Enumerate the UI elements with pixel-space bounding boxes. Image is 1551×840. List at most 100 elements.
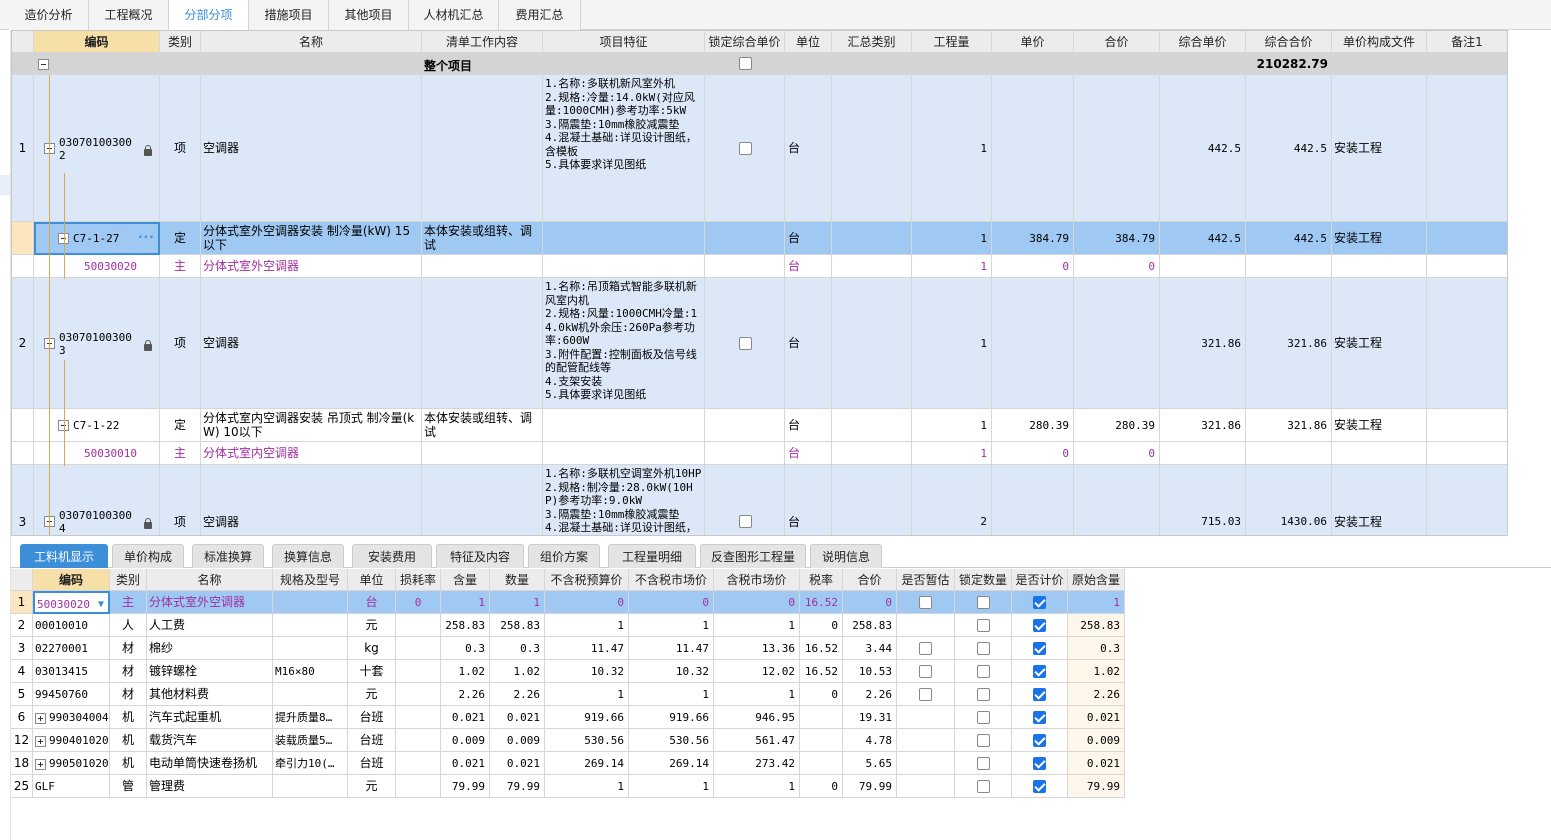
checkbox-est[interactable] [919,596,932,609]
row-spec: 装载质量5… [273,729,348,752]
checkbox-lock[interactable] [976,688,990,701]
bottom-tab-9[interactable]: 说明信息 [810,544,882,568]
bottom-tab-8[interactable]: 反查图形工程量 [700,544,806,568]
lock-price-checkbox[interactable] [739,336,752,350]
column-header: 工程量 [912,31,992,53]
checkbox-lock[interactable] [976,619,990,632]
row-loss [396,637,441,660]
bottom-tab-2[interactable]: 标准换算 [192,544,264,568]
checkbox-lock[interactable] [976,757,990,770]
row-summary-cat [832,465,912,535]
tab-2[interactable]: 分部分项 [169,0,249,31]
checkbox-est[interactable] [919,688,932,701]
row-code: 00010010 [33,614,110,637]
row-code: 03013415 [33,660,110,683]
tab-6[interactable]: 费用汇总 [499,0,581,30]
row-content: 0.021 [441,752,490,775]
bottom-tab-0[interactable]: 工料机显示 [20,544,108,568]
row-p3: 561.47 [714,729,800,752]
row-p1: 1 [545,683,629,706]
row-loss [396,706,441,729]
row-price [992,75,1074,222]
checkbox-calc[interactable] [1033,734,1046,747]
row-name: 分体式室外空调器 [147,591,273,614]
row-lock-cell [955,775,1012,798]
row-qty: 1 [912,255,992,278]
row-index [12,409,34,442]
column-header: 含税市场价 [714,569,800,591]
bottom-tab-5[interactable]: 特征及内容 [436,544,524,568]
checkbox-calc[interactable] [1033,688,1046,701]
lock-icon [144,339,152,351]
bottom-tab-3[interactable]: 换算信息 [272,544,344,568]
row-code: C7-1-22 [73,418,120,432]
checkbox-est[interactable] [919,665,932,678]
group-cell [160,53,201,75]
row-p2: 11.47 [629,637,714,660]
column-header: 规格及型号 [273,569,348,591]
group-label: 整个项目 [424,59,473,73]
row-tax [800,752,843,775]
row-calc-cell [1012,706,1068,729]
row-type: 主 [110,591,147,614]
row-code: 990304004 [33,706,110,729]
row-name: 载货汽车 [147,729,273,752]
expand-icon[interactable] [35,712,46,724]
group-cell [543,53,705,75]
row-orig: 0.009 [1068,729,1125,752]
group-total: 210282.79 [1256,57,1328,71]
expand-icon[interactable] [35,758,46,770]
row-lock-cell [955,591,1012,614]
column-header: 是否暂估 [897,569,955,591]
checkbox-lock[interactable] [976,665,990,678]
tab-3[interactable]: 措施项目 [249,0,329,30]
bottom-tab-7[interactable]: 工程量明细 [608,544,696,568]
lock-price-checkbox[interactable] [739,141,752,155]
row-cprice: 321.86 [1160,278,1246,409]
row-tax [800,729,843,752]
row-work [422,465,543,535]
checkbox-lock[interactable] [976,780,990,793]
row-tax: 16.52 [800,660,843,683]
checkbox-calc[interactable] [1033,665,1046,678]
row-unit: 台 [785,465,832,535]
lock-price-checkbox[interactable] [739,57,752,70]
checkbox-calc[interactable] [1033,619,1046,632]
row-sum: 3.44 [843,637,897,660]
row-name: 分体式室外空调器 [201,255,422,278]
row-work [422,255,543,278]
bottom-tab-1[interactable]: 单价构成 [112,544,184,568]
tree-line [49,75,50,535]
checkbox-lock[interactable] [976,596,990,609]
checkbox-calc[interactable] [1033,596,1046,609]
tab-4[interactable]: 其他项目 [329,0,409,30]
row-index [12,222,34,255]
row-index: 25 [11,775,33,798]
checkbox-lock[interactable] [976,734,990,747]
row-content: 0.021 [441,706,490,729]
checkbox-lock[interactable] [976,711,990,724]
checkbox-calc[interactable] [1033,711,1046,724]
dropdown-chevron-icon[interactable]: ▼ [98,593,104,612]
checkbox-est[interactable] [919,642,932,655]
tab-0[interactable]: 造价分析 [9,0,89,30]
checkbox-lock[interactable] [976,642,990,655]
row-sum: 0 [1074,442,1160,465]
tab-1[interactable]: 工程概况 [89,0,169,30]
bottom-tab-4[interactable]: 安装费用 [352,544,432,568]
row-price: 384.79 [992,222,1074,255]
collapse-all-icon[interactable] [38,59,49,70]
checkbox-calc[interactable] [1033,780,1046,793]
row-loss [396,614,441,637]
row-code-text: 990304004 [49,711,109,724]
more-icon[interactable]: ··· [138,230,155,244]
bottom-tab-6[interactable]: 组价方案 [528,544,600,568]
checkbox-calc[interactable] [1033,757,1046,770]
checkbox-calc[interactable] [1033,642,1046,655]
row-code: 02270001 [33,637,110,660]
tab-5[interactable]: 人材机汇总 [409,0,499,30]
expand-icon[interactable] [35,735,46,747]
row-qty: 1 [490,591,545,614]
row-content: 2.26 [441,683,490,706]
lock-price-checkbox[interactable] [739,515,752,528]
